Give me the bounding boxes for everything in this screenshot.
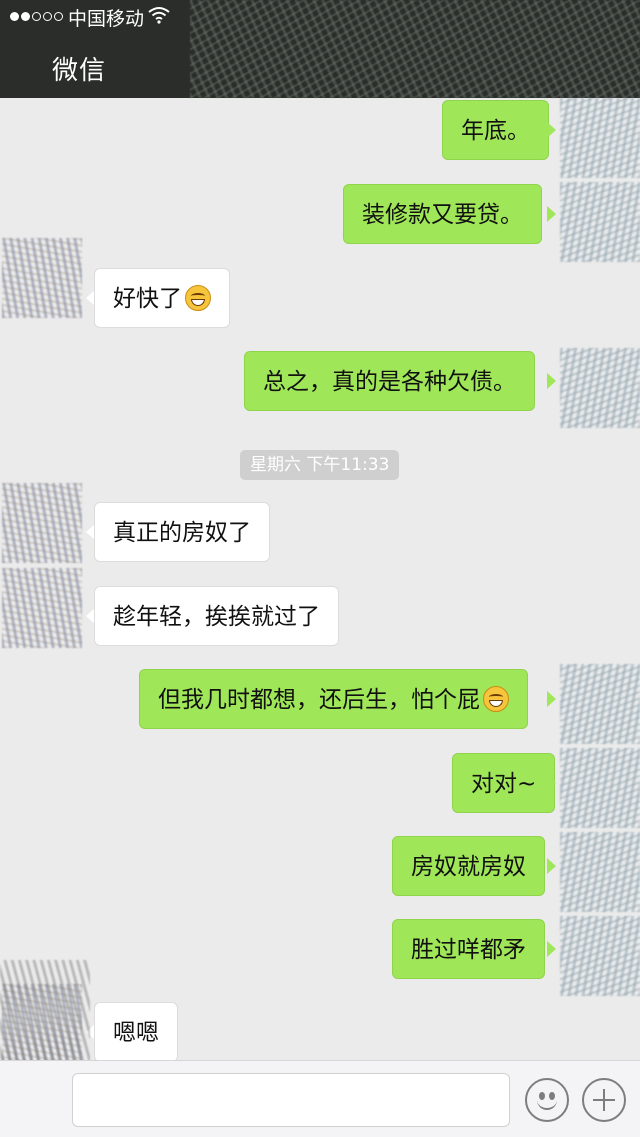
plus-icon[interactable] xyxy=(582,1078,626,1122)
timestamp-label: 星期六 下午11:33 xyxy=(240,450,400,480)
chat-bubble-sent[interactable]: 胜过咩都矛 xyxy=(392,919,545,979)
chat-bubble-received[interactable]: 趁年轻，挨挨就过了 xyxy=(94,586,339,646)
chat-bubble-sent[interactable]: 年底。 xyxy=(442,100,549,160)
bubble-tail xyxy=(547,691,556,707)
avatar-contact[interactable] xyxy=(2,238,82,318)
wechat-chat-screen: 中国移动 微信 年底。 装修款又要贷。 好快了 总之，真的是各种欠债。 星期六 … xyxy=(0,0,640,1137)
emoji-button[interactable] xyxy=(525,1078,569,1122)
bubble-tail xyxy=(547,122,556,138)
carrier-name: 中国移动 xyxy=(68,8,145,30)
chat-bubble-sent[interactable]: 房奴就房奴 xyxy=(392,836,545,896)
chat-bubble-received[interactable]: 好快了 xyxy=(94,268,230,328)
chat-bubble-sent[interactable]: 对对~ xyxy=(452,753,556,813)
avatar-self[interactable] xyxy=(560,748,640,828)
message-text: 但我几时都想，还后生，怕个屁 xyxy=(158,687,480,713)
message-input[interactable] xyxy=(72,1073,510,1127)
bubble-tail xyxy=(547,858,556,874)
avatar-self[interactable] xyxy=(560,348,640,428)
chat-bubble-sent[interactable]: 但我几时都想，还后生，怕个屁 xyxy=(139,669,528,729)
chat-bubble-sent[interactable]: 装修款又要贷。 xyxy=(343,184,542,244)
avatar-self[interactable] xyxy=(560,916,640,996)
bubble-tail xyxy=(547,206,556,222)
chat-bubble-sent[interactable]: 总之，真的是各种欠债。 xyxy=(244,351,535,411)
smile-icon-mouth xyxy=(537,1100,557,1110)
smile-icon xyxy=(539,1092,545,1100)
bubble-tail xyxy=(547,373,556,389)
signal-strength-icon xyxy=(10,12,63,21)
input-bar xyxy=(0,1060,640,1137)
chat-bubble-received[interactable]: 真正的房奴了 xyxy=(94,502,270,562)
avatar-self[interactable] xyxy=(560,664,640,744)
grin-emoji-icon xyxy=(483,686,509,712)
bubble-tail xyxy=(547,775,556,791)
grin-emoji-icon xyxy=(185,285,211,311)
nav-title[interactable]: 微信 xyxy=(52,50,106,87)
avatar-contact[interactable] xyxy=(2,483,82,563)
avatar-contact[interactable] xyxy=(2,568,82,648)
message-text: 好快了 xyxy=(113,286,182,312)
smile-icon-eye xyxy=(549,1092,555,1100)
avatar-self[interactable] xyxy=(560,98,640,178)
chat-bubble-received[interactable]: 嗯嗯 xyxy=(94,1002,178,1062)
top-bar: 中国移动 微信 xyxy=(0,0,640,98)
status-bar: 中国移动 xyxy=(0,0,640,34)
avatar-self[interactable] xyxy=(560,182,640,262)
chat-area[interactable]: 年底。 装修款又要贷。 好快了 总之，真的是各种欠债。 星期六 下午11:33 xyxy=(0,98,640,1064)
bubble-tail xyxy=(547,941,556,957)
wifi-icon xyxy=(148,7,170,24)
avatar-self[interactable] xyxy=(560,832,640,912)
